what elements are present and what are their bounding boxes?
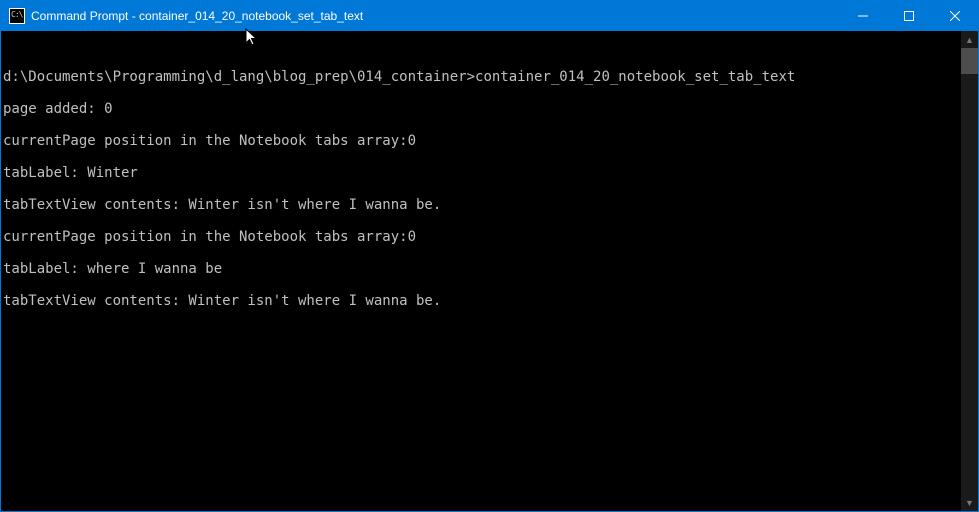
console-line: tabTextView contents: Winter isn't where… [3,197,961,213]
console-line: currentPage position in the Notebook tab… [3,133,961,149]
cmd-app-icon: C:\ [9,8,25,24]
console-line: page added: 0 [3,101,961,117]
scrollbar-up-arrow-icon[interactable]: ▲ [961,31,978,48]
window-controls [840,1,978,31]
maximize-button[interactable] [886,1,932,31]
console-output[interactable]: d:\Documents\Programming\d_lang\blog_pre… [1,31,961,511]
vertical-scrollbar[interactable]: ▲ ▼ [961,31,978,511]
client-area: d:\Documents\Programming\d_lang\blog_pre… [1,31,978,511]
prompt-command: container_014_20_notebook_set_tab_text [475,69,795,85]
close-icon [950,11,960,21]
command-prompt-window: C:\ Command Prompt - container_014_20_no… [0,0,979,512]
console-prompt-line: d:\Documents\Programming\d_lang\blog_pre… [3,69,961,85]
console-line: tabLabel: Winter [3,165,961,181]
minimize-icon [858,11,868,21]
prompt-path: d:\Documents\Programming\d_lang\blog_pre… [3,69,475,85]
maximize-icon [904,11,914,21]
minimize-button[interactable] [840,1,886,31]
titlebar[interactable]: C:\ Command Prompt - container_014_20_no… [1,1,978,31]
console-line: currentPage position in the Notebook tab… [3,229,961,245]
window-title: Command Prompt - container_014_20_notebo… [31,9,363,23]
close-button[interactable] [932,1,978,31]
scrollbar-down-arrow-icon[interactable]: ▼ [961,494,978,511]
console-line: tabTextView contents: Winter isn't where… [3,293,961,309]
scrollbar-thumb[interactable] [961,48,978,74]
console-line: tabLabel: where I wanna be [3,261,961,277]
